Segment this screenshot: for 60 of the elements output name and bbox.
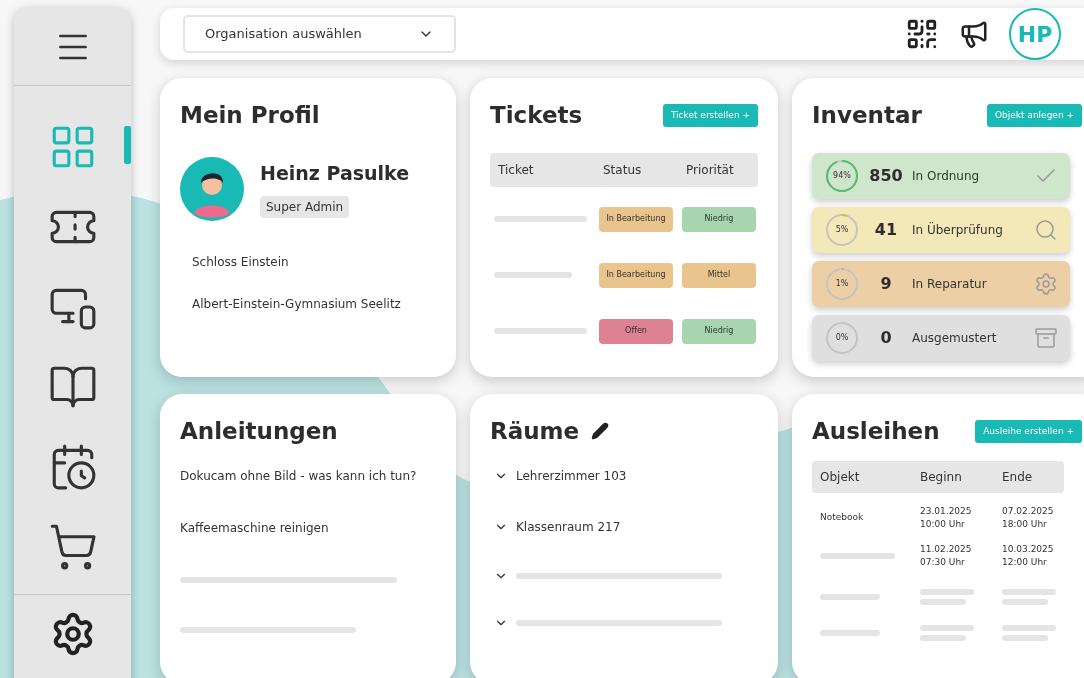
card-title: Anleitungen	[180, 417, 339, 446]
percent-label: 5%	[835, 223, 849, 236]
search-icon	[1034, 217, 1058, 242]
status-tag: Niedrig	[682, 206, 756, 232]
room-item[interactable]: Klassenraum 217	[494, 517, 758, 536]
percent-label: 94%	[833, 169, 851, 182]
percent-label: 0%	[835, 331, 849, 344]
organisation-name: Albert-Einstein-Gymnasium Seelitz	[192, 295, 402, 313]
item-count: 9	[879, 272, 893, 295]
table-cell-text: Notebook	[820, 510, 865, 524]
card-title: Mein Profil	[180, 101, 321, 130]
column-header: Status	[603, 161, 643, 179]
avatar-silhouette	[180, 156, 244, 221]
progress-ring	[824, 211, 860, 248]
organisation-select[interactable]: Organisation auswählen	[183, 15, 456, 53]
card-title: Tickets	[490, 101, 583, 130]
status-row[interactable]: 94% 850 In Ordnung	[812, 152, 1070, 199]
percent-label: 1%	[835, 277, 849, 290]
progress-ring	[824, 265, 860, 302]
progress-ring	[824, 319, 860, 356]
pencil-icon[interactable]	[591, 422, 610, 441]
column-header: Ticket	[498, 161, 535, 179]
column-header: Ende	[1002, 468, 1034, 486]
card-title: Ausleihen	[812, 417, 940, 446]
user-name: Heinz Pasulke	[260, 161, 410, 187]
status-label: In Ordnung	[912, 167, 980, 185]
status-row[interactable]: 5% 41 In Überprüfung	[812, 206, 1070, 253]
column-header: Beginn	[920, 468, 963, 486]
column-header: Priorität	[686, 161, 735, 179]
table-cell-text: 23.01.2025 10:00 Uhr	[920, 504, 973, 531]
megaphone-icon[interactable]	[959, 19, 989, 49]
role-tag: Super Admin	[260, 195, 350, 218]
status-row[interactable]: 1% 9 In Reparatur	[812, 260, 1070, 307]
status-label: Ausgemustert	[912, 329, 997, 347]
status-label: In Reparatur	[912, 275, 987, 293]
card-title: Inventar	[812, 101, 922, 130]
column-header: Objekt	[820, 468, 861, 486]
table-cell-text: 11.02.2025 07:30 Uhr	[920, 542, 973, 569]
status-tag: In Bearbeitung	[599, 206, 673, 232]
qr-code-icon[interactable]	[905, 17, 939, 51]
status-row[interactable]: 0% 0 Ausgemustert	[812, 314, 1070, 361]
table-cell-text: 07.02.2025 18:00 Uhr	[1002, 504, 1055, 531]
item-count: 0	[879, 326, 893, 349]
active-indicator	[124, 126, 131, 164]
status-tag: Niedrig	[682, 318, 756, 344]
gear-icon	[1034, 271, 1058, 296]
organisation-name: Schloss Einstein	[192, 253, 290, 271]
status-tag: Offen	[599, 318, 673, 344]
progress-ring	[824, 157, 860, 194]
status-tag: Mittel	[682, 262, 756, 288]
card-title: Räume	[490, 417, 580, 446]
item-count: 41	[873, 218, 899, 241]
status-label: In Überprüfung	[912, 221, 1003, 239]
room-item[interactable]: Lehrerzimmer 103	[494, 466, 758, 485]
item-count: 850	[868, 164, 904, 187]
archive-icon	[1034, 325, 1058, 350]
status-tag: In Bearbeitung	[599, 262, 673, 288]
table-cell-text: 10.03.2025 12:00 Uhr	[1002, 542, 1055, 569]
guide-link[interactable]: Kaffeemaschine reinigen	[180, 518, 436, 537]
guide-link[interactable]: Dokucam ohne Bild - was kann ich tun?	[180, 466, 436, 485]
